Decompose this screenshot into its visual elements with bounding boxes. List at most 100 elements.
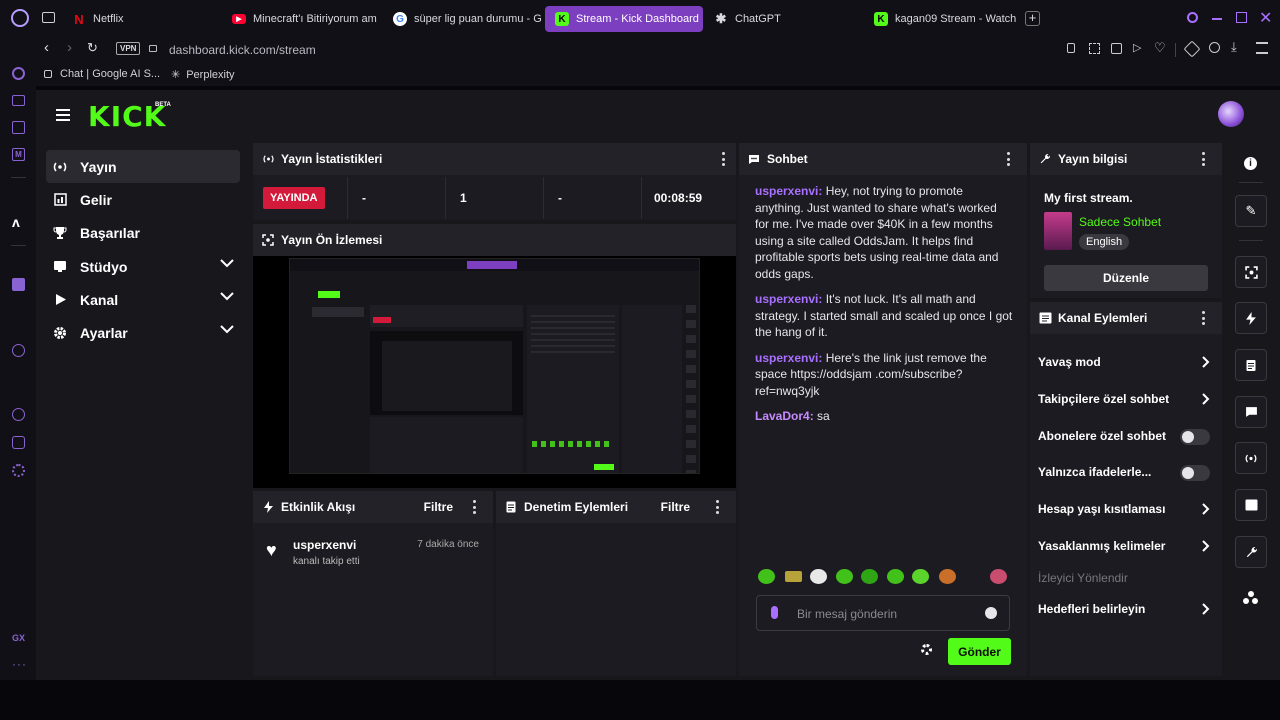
new-tab-button[interactable]: + bbox=[1025, 11, 1040, 26]
emote-icon[interactable] bbox=[861, 569, 878, 584]
emote-icon[interactable] bbox=[912, 569, 929, 584]
action-banned-words[interactable]: Yasaklanmış kelimeler bbox=[1038, 536, 1210, 556]
emoji-icon[interactable] bbox=[985, 607, 997, 619]
emote-icon[interactable] bbox=[810, 569, 827, 584]
forward-icon[interactable]: › bbox=[67, 39, 72, 56]
action-account-age[interactable]: Hesap yaşı kısıtlaması bbox=[1038, 499, 1210, 519]
action-followers-only[interactable]: Takipçilere özel sohbet bbox=[1038, 389, 1210, 409]
edit-pencil-button[interactable]: ✎ bbox=[1235, 195, 1267, 227]
browser-tab-2[interactable]: G süper lig puan durumu - G bbox=[383, 6, 543, 32]
player-icon[interactable] bbox=[12, 344, 25, 357]
history-icon[interactable] bbox=[12, 408, 25, 421]
action-emotes-only[interactable]: Yalnızca ifadelerle... bbox=[1038, 462, 1210, 482]
microphone-icon[interactable] bbox=[771, 606, 778, 619]
category-link[interactable]: Sadece Sohbet bbox=[1079, 215, 1161, 229]
close-icon[interactable]: ✕ bbox=[1259, 8, 1272, 28]
emote-icon[interactable] bbox=[990, 569, 1007, 584]
emotes-only-toggle[interactable] bbox=[1180, 465, 1210, 481]
maximize-icon[interactable] bbox=[1236, 12, 1247, 23]
puzzle-icon[interactable] bbox=[1183, 40, 1201, 58]
messenger-icon[interactable]: M bbox=[12, 148, 25, 161]
more-options-icon[interactable] bbox=[1200, 152, 1206, 166]
avatar[interactable] bbox=[1218, 101, 1244, 127]
aria-icon[interactable] bbox=[12, 67, 25, 80]
reload-icon[interactable]: ↻ bbox=[87, 40, 98, 56]
emote-icon[interactable] bbox=[785, 571, 802, 582]
vpn-badge[interactable]: VPN bbox=[116, 42, 141, 55]
bookmark-0[interactable]: Chat | Google AI S... bbox=[44, 68, 160, 80]
url-text[interactable]: dashboard.kick.com/stream bbox=[169, 43, 316, 57]
stream-info-toggle-button[interactable] bbox=[1235, 536, 1267, 568]
stats-toggle-button[interactable] bbox=[1235, 442, 1267, 474]
browser-tab-0[interactable]: N Netflix bbox=[62, 6, 222, 32]
download-icon[interactable]: ⤓ bbox=[1231, 39, 1237, 55]
more-options-icon[interactable] bbox=[471, 500, 477, 514]
connections-icon[interactable] bbox=[1243, 591, 1259, 605]
more-icon[interactable]: ··· bbox=[12, 657, 27, 671]
chat-message[interactable]: LavaDor4: sa bbox=[755, 408, 1013, 425]
adblock-icon[interactable] bbox=[1111, 43, 1122, 54]
profile-icon[interactable] bbox=[1209, 42, 1220, 53]
info-icon[interactable]: i bbox=[1244, 157, 1257, 170]
action-set-goals[interactable]: Hedefleri belirleyin bbox=[1038, 599, 1210, 619]
browser-tab-4[interactable]: ✱ ChatGPT bbox=[704, 6, 864, 32]
channel-actions-toggle-button[interactable] bbox=[1235, 489, 1267, 521]
emote-icon[interactable] bbox=[887, 569, 904, 584]
search-icon[interactable] bbox=[1187, 12, 1198, 23]
snapshot-icon[interactable] bbox=[1089, 43, 1100, 54]
settings-gear-icon[interactable] bbox=[12, 464, 25, 477]
action-slow-mode[interactable]: Yavaş mod bbox=[1038, 352, 1210, 372]
sidebar-item-ayarlar[interactable]: Ayarlar bbox=[46, 316, 240, 349]
chat-toggle-button[interactable] bbox=[1235, 396, 1267, 428]
menu-icon[interactable] bbox=[1256, 42, 1268, 54]
moderation-toggle-button[interactable] bbox=[1235, 349, 1267, 381]
heart-icon[interactable]: ♡ bbox=[1154, 40, 1166, 56]
back-icon[interactable]: ‹ bbox=[44, 39, 49, 56]
chat-message[interactable]: usperxenvi: It's not luck. It's all math… bbox=[755, 291, 1013, 341]
more-options-icon[interactable] bbox=[720, 152, 726, 166]
emote-icon[interactable] bbox=[939, 569, 956, 584]
tab-manager-icon[interactable] bbox=[42, 12, 55, 23]
chat-input-box[interactable]: Bir mesaj gönderin bbox=[756, 595, 1010, 631]
more-options-icon[interactable] bbox=[1200, 311, 1206, 325]
edit-button[interactable]: Düzenle bbox=[1044, 265, 1208, 291]
twitch-icon[interactable] bbox=[12, 278, 25, 291]
pin-icon[interactable] bbox=[1067, 43, 1075, 53]
send-button[interactable]: Gönder bbox=[948, 638, 1011, 665]
notes-icon[interactable] bbox=[12, 121, 25, 134]
chat-message[interactable]: usperxenvi: Hey, not trying to promote a… bbox=[755, 183, 1013, 282]
more-options-icon[interactable] bbox=[1005, 152, 1011, 166]
filter-button[interactable]: Filtre bbox=[424, 500, 453, 514]
more-options-icon[interactable] bbox=[714, 500, 720, 514]
sidebar-item-studyo[interactable]: Stüdyo bbox=[46, 250, 240, 283]
stream-preview-video[interactable] bbox=[253, 256, 736, 488]
chat-message[interactable]: usperxenvi: Here's the link just remove … bbox=[755, 350, 1013, 400]
sidebar-item-yayin[interactable]: Yayın bbox=[46, 150, 240, 183]
kick-sidebar-icon[interactable]: ʌ bbox=[12, 214, 20, 230]
sidebar-item-basarilar[interactable]: Başarılar bbox=[46, 216, 240, 249]
chat-username[interactable]: usperxenvi bbox=[755, 351, 818, 365]
action-subscribers-only[interactable]: Abonelere özel sohbet bbox=[1038, 426, 1210, 446]
browser-tab-1[interactable]: ▶ Minecraft'ı Bitiriyorum am bbox=[222, 6, 382, 32]
opera-logo-icon[interactable] bbox=[11, 9, 29, 27]
browser-tab-5[interactable]: K kagan09 Stream - Watch l bbox=[864, 6, 1020, 32]
chat-username[interactable]: usperxenvi bbox=[755, 292, 818, 306]
filter-button[interactable]: Filtre bbox=[661, 500, 690, 514]
activity-user[interactable]: usperxenvi bbox=[293, 538, 356, 552]
chat-settings-icon[interactable] bbox=[921, 644, 932, 655]
subscribers-only-toggle[interactable] bbox=[1180, 429, 1210, 445]
browser-tab-3[interactable]: K Stream - Kick Dashboard bbox=[545, 6, 703, 32]
activity-toggle-button[interactable] bbox=[1235, 302, 1267, 334]
sidebar-item-gelir[interactable]: Gelir bbox=[46, 183, 240, 216]
chat-username[interactable]: usperxenvi bbox=[755, 184, 818, 198]
bookmark-1[interactable]: ✳ Perplexity bbox=[171, 68, 235, 82]
emote-icon[interactable] bbox=[836, 569, 853, 584]
emote-icon[interactable] bbox=[758, 569, 775, 584]
extensions-icon[interactable] bbox=[12, 436, 25, 449]
play-icon[interactable]: ▷ bbox=[1133, 41, 1141, 54]
sidebar-item-kanal[interactable]: Kanal bbox=[46, 283, 240, 316]
preview-toggle-button[interactable] bbox=[1235, 256, 1267, 288]
hamburger-menu-icon[interactable] bbox=[56, 109, 70, 121]
chat-username[interactable]: LavaDor4 bbox=[755, 409, 810, 423]
minimize-icon[interactable] bbox=[1212, 18, 1222, 20]
